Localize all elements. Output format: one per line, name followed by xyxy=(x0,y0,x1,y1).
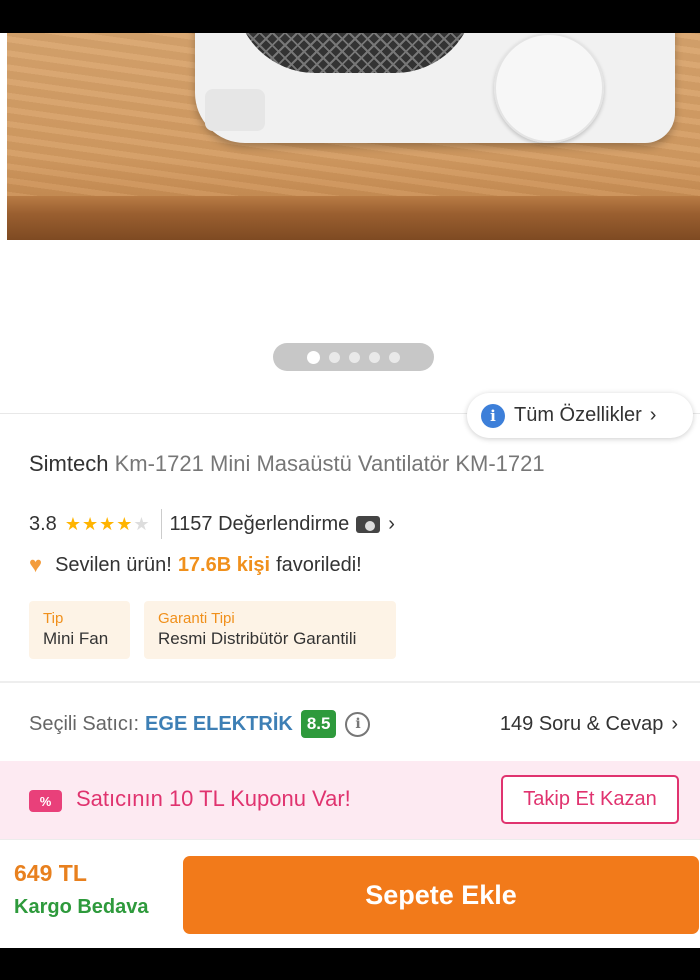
favorite-suffix: favoriledi! xyxy=(276,553,362,576)
separator xyxy=(160,509,162,539)
coupon-banner: % Satıcının 10 TL Kuponu Var! Takip Et K… xyxy=(0,761,700,839)
product-name: Km-1721 Mini Masaüstü Vantilatör KM-1721 xyxy=(114,451,545,476)
qa-link[interactable]: 149 Soru & Cevap › xyxy=(500,708,678,740)
wood-edge xyxy=(7,196,700,240)
info-icon: i xyxy=(481,403,505,428)
price: 649 TL xyxy=(14,860,87,886)
favorite-prefix: Sevilen ürün! xyxy=(55,553,172,576)
pagination-dot[interactable] xyxy=(389,351,400,363)
attribute-value: Resmi Distribütör Garantili xyxy=(158,629,357,648)
camera-icon xyxy=(356,515,381,533)
pagination-dot[interactable] xyxy=(349,351,360,363)
chevron-right-icon: › xyxy=(649,404,657,426)
fan-foot xyxy=(205,89,265,131)
attribute-label: Garanti Tipi xyxy=(158,610,235,627)
product-detail-screen: i Tüm Özellikler › Simtech Km-1721 Mini … xyxy=(0,0,700,980)
attribute-value: Mini Fan xyxy=(43,629,109,648)
seller-row: Seçili Satıcı: EGE ELEKTRİK 8.5 i xyxy=(29,708,371,740)
reviews-count[interactable]: 1157 Değerlendirme xyxy=(170,513,350,536)
heart-icon: ♥ xyxy=(29,552,43,577)
star-empty-icon: ★ xyxy=(133,513,151,534)
chevron-right-icon: › xyxy=(671,712,678,735)
rating-score: 3.8 xyxy=(29,512,57,535)
seller-label: Seçili Satıcı: xyxy=(29,712,140,735)
status-bar xyxy=(0,0,700,33)
attribute-type: Tip Mini Fan xyxy=(29,601,130,659)
product-title: Simtech Km-1721 Mini Masaüstü Vantilatör… xyxy=(29,451,689,477)
pagination-dot-active[interactable] xyxy=(307,350,320,364)
attribute-label: Tip xyxy=(43,610,64,627)
star-icon: ★ xyxy=(99,513,117,534)
pagination-dot[interactable] xyxy=(369,351,380,363)
pagination-dot[interactable] xyxy=(329,351,340,363)
buy-bar: 649 TL Kargo Bedava Sepete Ekle xyxy=(0,839,700,948)
attribute-warranty: Garanti Tipi Resmi Distribütör Garantili xyxy=(144,601,396,659)
free-shipping-label: Kargo Bedava xyxy=(14,896,149,918)
gallery-pagination[interactable] xyxy=(273,343,434,371)
chevron-right-icon: › xyxy=(388,512,395,535)
star-icon: ★ xyxy=(116,513,134,534)
favorite-row: ♥ Sevilen ürün! 17.6B kişi favoriledi! xyxy=(29,551,362,579)
star-icon: ★ xyxy=(81,513,100,534)
rating-stars: ★★★★★ xyxy=(65,514,151,535)
product-brand[interactable]: Simtech xyxy=(29,451,108,476)
all-features-button[interactable]: i Tüm Özellikler › xyxy=(467,393,693,438)
qa-label: 149 Soru & Cevap xyxy=(499,712,664,735)
favorite-count: 17.6B kişi xyxy=(177,553,271,576)
fan-knob xyxy=(494,33,604,143)
info-outline-icon[interactable]: i xyxy=(345,711,371,737)
all-features-label: Tüm Özellikler xyxy=(514,404,642,426)
rating-row[interactable]: 3.8 ★★★★★ 1157 Değerlendirme › xyxy=(29,509,395,539)
follow-and-earn-button[interactable]: Takip Et Kazan xyxy=(501,775,679,824)
navigation-bar xyxy=(0,948,700,980)
seller-name-link[interactable]: EGE ELEKTRİK xyxy=(145,713,293,736)
star-icon: ★ xyxy=(64,513,82,534)
coupon-icon: % xyxy=(29,790,62,812)
divider xyxy=(0,681,700,683)
add-to-cart-button[interactable]: Sepete Ekle xyxy=(183,856,699,934)
coupon-text: Satıcının 10 TL Kuponu Var! xyxy=(76,786,351,811)
product-image[interactable] xyxy=(7,33,700,240)
seller-score-badge: 8.5 xyxy=(300,710,337,738)
